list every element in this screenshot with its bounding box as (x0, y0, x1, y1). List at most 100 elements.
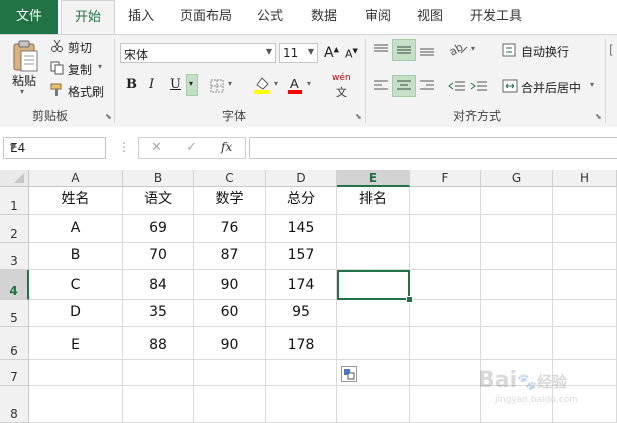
phonetic-button[interactable]: wén (332, 73, 351, 83)
number-format-combo-edge[interactable]: [ (609, 43, 614, 57)
row-header-7[interactable]: 7 (0, 360, 29, 386)
underline-button[interactable]: U (170, 77, 181, 92)
cell-c7[interactable] (194, 360, 266, 386)
cell-d5[interactable]: 95 (266, 300, 337, 327)
cell-b4[interactable]: 84 (123, 270, 194, 300)
cell-h1[interactable] (553, 187, 617, 215)
borders-icon[interactable] (210, 79, 224, 93)
align-right-icon[interactable] (418, 79, 436, 93)
paste-options-button[interactable] (341, 366, 357, 382)
cell-f4[interactable] (410, 270, 481, 300)
font-color-icon[interactable]: A (287, 75, 303, 95)
insert-function-icon[interactable]: fx (221, 140, 232, 154)
italic-button[interactable]: I (149, 77, 154, 92)
orientation-icon[interactable]: ab (448, 41, 470, 57)
cell-d2[interactable]: 145 (266, 215, 337, 243)
cell-b3[interactable]: 70 (123, 243, 194, 270)
paste-icon[interactable] (11, 39, 39, 73)
tab-developer[interactable]: 开发工具 (462, 0, 530, 34)
cell-f1[interactable] (410, 187, 481, 215)
cell-d8[interactable] (266, 386, 337, 423)
cell-f2[interactable] (410, 215, 481, 243)
column-header-g[interactable]: G (481, 170, 553, 187)
cell-d3[interactable]: 157 (266, 243, 337, 270)
middle-align-button[interactable] (392, 39, 416, 61)
column-header-f[interactable]: F (410, 170, 481, 187)
row-header-5[interactable]: 5 (0, 300, 29, 327)
bottom-align-icon[interactable] (418, 43, 436, 57)
underline-dropdown-button[interactable]: ▾ (186, 74, 198, 96)
cell-h5[interactable] (553, 300, 617, 327)
cell-h6[interactable] (553, 327, 617, 360)
tab-data[interactable]: 数据 (304, 0, 344, 34)
bold-button[interactable]: B (126, 77, 137, 92)
cell-e1[interactable]: 排名 (337, 187, 410, 215)
merge-center-button[interactable]: 合并后居中 (521, 79, 581, 96)
fill-color-icon[interactable] (253, 75, 271, 95)
tab-insert[interactable]: 插入 (118, 0, 164, 34)
cell-c5[interactable]: 60 (194, 300, 266, 327)
font-name-combo[interactable]: 宋体 ▼ (120, 43, 276, 63)
enter-icon[interactable]: ✓ (186, 140, 197, 155)
cell-c3[interactable]: 87 (194, 243, 266, 270)
cell-c2[interactable]: 76 (194, 215, 266, 243)
cell-b2[interactable]: 69 (123, 215, 194, 243)
cell-c8[interactable] (194, 386, 266, 423)
cell-g3[interactable] (481, 243, 553, 270)
cell-e5[interactable] (337, 300, 410, 327)
align-center-button[interactable] (392, 75, 416, 97)
fill-color-dropdown-icon[interactable]: ▾ (274, 79, 278, 88)
tab-review[interactable]: 审阅 (358, 0, 398, 34)
cell-g1[interactable] (481, 187, 553, 215)
cell-b6[interactable]: 88 (123, 327, 194, 360)
row-header-4[interactable]: 4 (0, 270, 29, 300)
font-size-combo[interactable]: 11 ▼ (279, 43, 318, 63)
cell-c4[interactable]: 90 (194, 270, 266, 300)
cell-b8[interactable] (123, 386, 194, 423)
cell-g6[interactable] (481, 327, 553, 360)
row-header-8[interactable]: 8 (0, 386, 29, 423)
copy-dropdown-icon[interactable]: ▾ (98, 62, 102, 71)
cell-f7[interactable] (410, 360, 481, 386)
cell-a6[interactable]: E (29, 327, 123, 360)
row-header-3[interactable]: 3 (0, 243, 29, 270)
formula-input[interactable] (249, 137, 617, 159)
font-launcher-icon[interactable]: ⬊ (355, 113, 363, 121)
tab-file[interactable]: 文件 (0, 0, 58, 34)
cell-e2[interactable] (337, 215, 410, 243)
cell-d7[interactable] (266, 360, 337, 386)
cell-d4[interactable]: 174 (266, 270, 337, 300)
format-painter-button[interactable]: 格式刷 (68, 83, 104, 100)
borders-dropdown-icon[interactable]: ▾ (228, 79, 232, 88)
orientation-dropdown-icon[interactable]: ▾ (471, 44, 475, 53)
column-header-a[interactable]: A (29, 170, 123, 187)
column-header-h[interactable]: H (553, 170, 617, 187)
copy-button[interactable]: 复制 (68, 61, 92, 78)
cell-f6[interactable] (410, 327, 481, 360)
wrap-text-button[interactable]: 自动换行 (521, 43, 569, 60)
clipboard-launcher-icon[interactable]: ⬊ (105, 113, 113, 121)
top-align-icon[interactable] (372, 43, 390, 57)
tab-home[interactable]: 开始 (61, 0, 115, 35)
cell-a4[interactable]: C (29, 270, 123, 300)
cell-a7[interactable] (29, 360, 123, 386)
shrink-font-button[interactable]: A▼ (345, 47, 358, 61)
cell-f3[interactable] (410, 243, 481, 270)
cell-f8[interactable] (410, 386, 481, 423)
merge-dropdown-icon[interactable]: ▾ (590, 80, 594, 89)
row-header-6[interactable]: 6 (0, 327, 29, 360)
cell-a8[interactable] (29, 386, 123, 423)
column-header-d[interactable]: D (266, 170, 337, 187)
cell-b7[interactable] (123, 360, 194, 386)
cell-e6[interactable] (337, 327, 410, 360)
align-left-icon[interactable] (372, 79, 390, 93)
cell-f5[interactable] (410, 300, 481, 327)
select-all-corner[interactable] (0, 170, 29, 187)
cell-a2[interactable]: A (29, 215, 123, 243)
column-header-c[interactable]: C (194, 170, 266, 187)
cell-g2[interactable] (481, 215, 553, 243)
tab-page-layout[interactable]: 页面布局 (172, 0, 240, 34)
name-box[interactable]: E4 ▼ (3, 137, 106, 159)
cell-h2[interactable] (553, 215, 617, 243)
cell-b5[interactable]: 35 (123, 300, 194, 327)
